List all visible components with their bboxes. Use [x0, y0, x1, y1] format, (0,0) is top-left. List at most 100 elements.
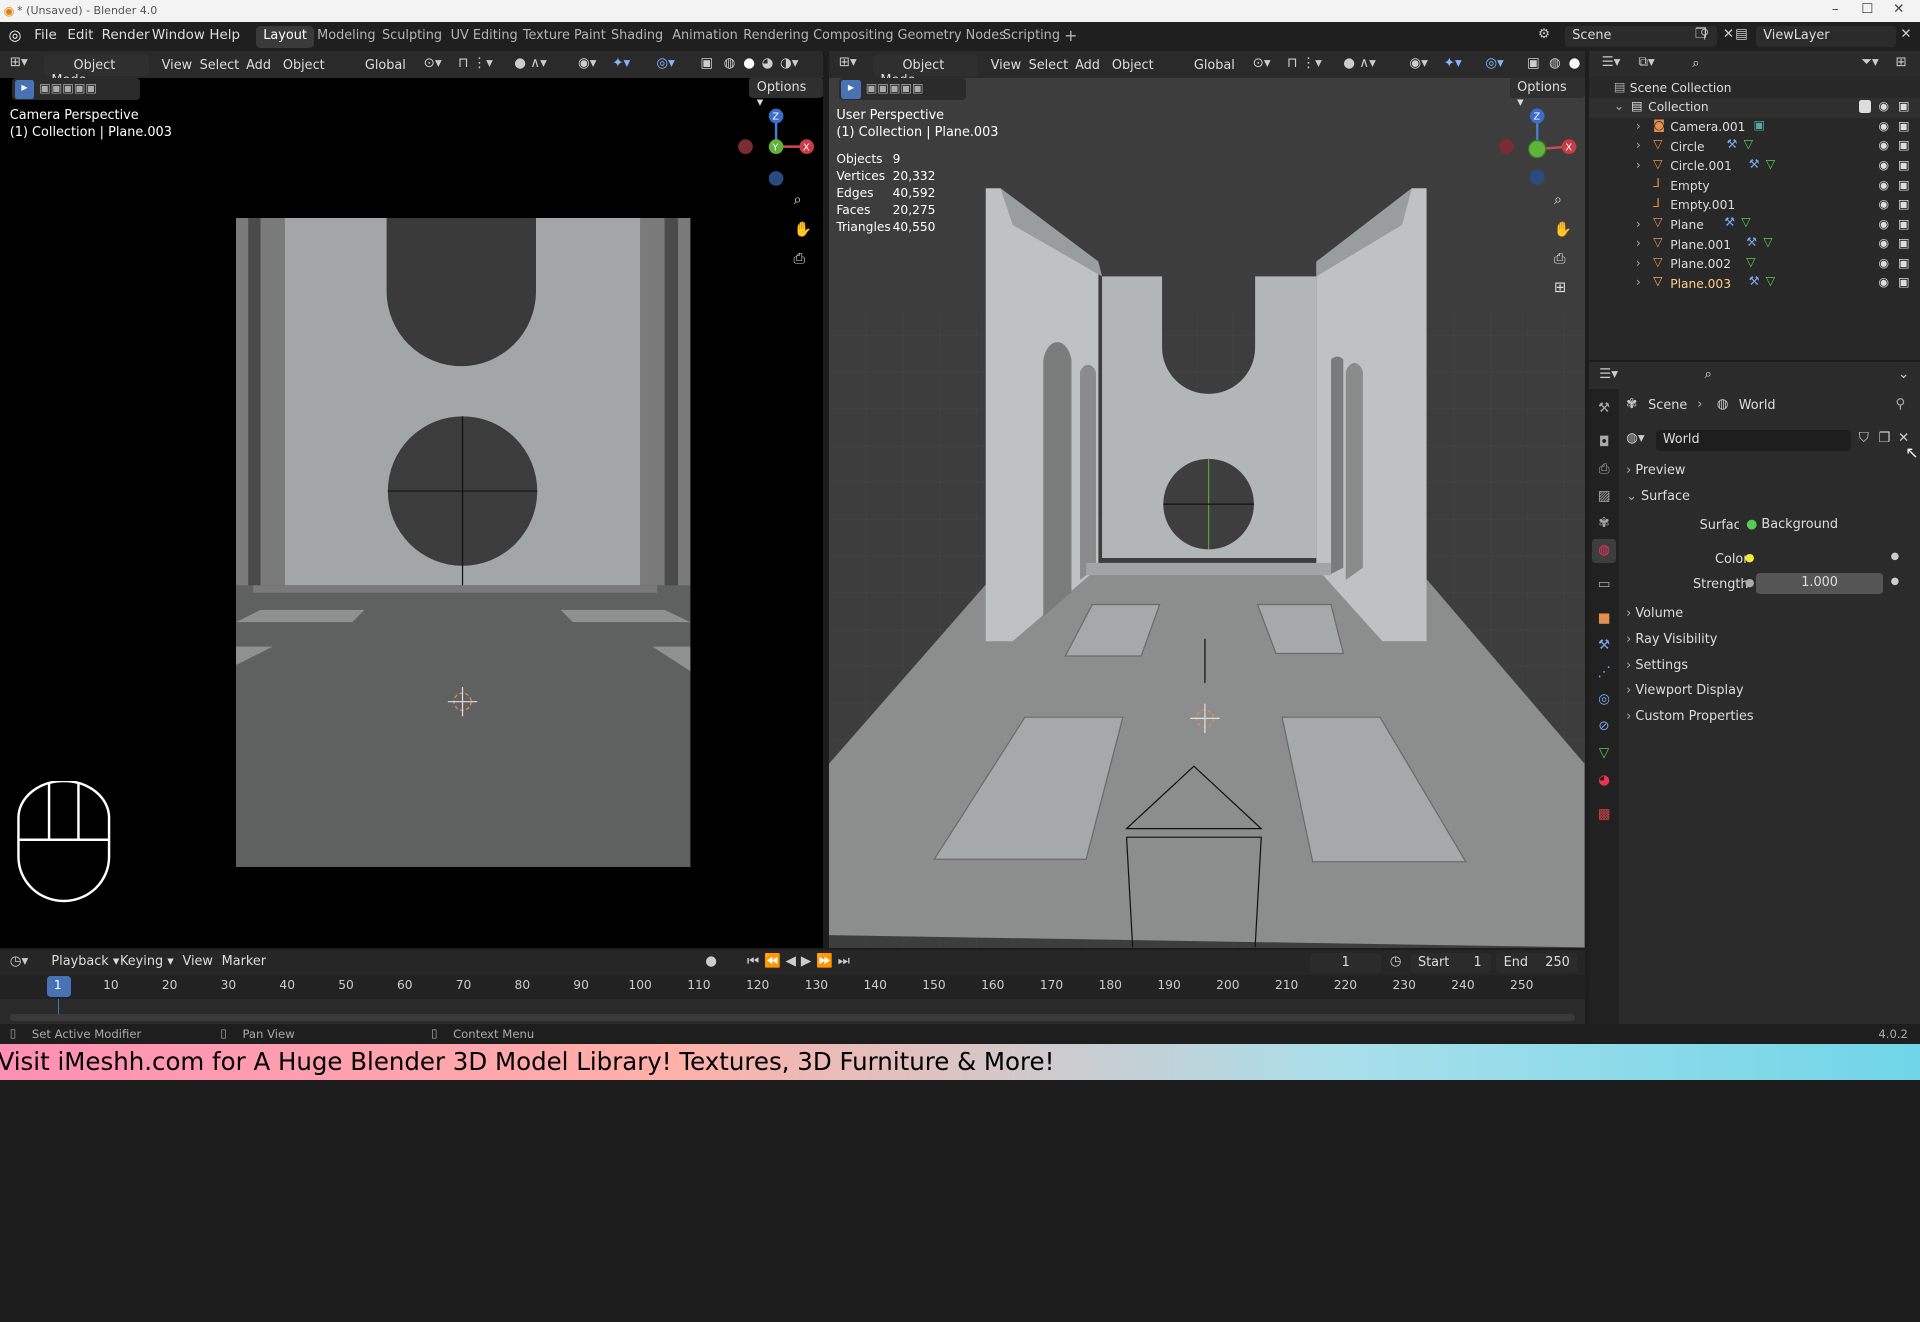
texture-tab-icon[interactable]: ▩ [1592, 803, 1616, 827]
eye-icon[interactable]: ◉ [1878, 178, 1889, 192]
grid-view-icon[interactable]: ⊞ [1554, 279, 1566, 296]
rendered-shading-icon[interactable]: ◑▾ [780, 56, 799, 71]
eye-icon[interactable]: ◉ [1878, 275, 1889, 289]
constraints-tab-icon[interactable]: ⊘ [1592, 715, 1616, 739]
outliner-search-input[interactable]: ⌕ [1684, 53, 1800, 75]
tab-rendering[interactable]: Rendering [736, 26, 816, 48]
gizmo-toggle-icon[interactable]: ✦▾ [612, 56, 630, 71]
outliner-item-plane-002[interactable]: › ▽ Plane.002 ▽ ◉ ▣ [1589, 255, 1920, 275]
stopwatch-icon[interactable]: ◷ [1390, 954, 1402, 969]
section-viewport-display[interactable]: › Viewport Display [1626, 683, 1915, 698]
view-layer-tab-icon[interactable]: ▨ [1592, 485, 1616, 509]
right-menu-object[interactable]: Object [1104, 55, 1161, 76]
world-name-field[interactable]: World [1655, 429, 1852, 451]
wireframe-shading-icon[interactable]: ◍ [724, 56, 736, 71]
select-box-icon[interactable]: ▸ [14, 79, 35, 100]
new-scene-icon[interactable]: ❐ [1695, 27, 1707, 42]
eye-icon[interactable]: ◉ [1878, 217, 1889, 231]
view-layer-icon[interactable]: ▤ [1735, 27, 1748, 42]
record-icon[interactable]: ● [705, 954, 717, 969]
section-preview[interactable]: › Preview [1626, 463, 1915, 478]
render-camera-icon[interactable]: ▣ [1898, 197, 1910, 211]
section-volume[interactable]: › Volume [1626, 606, 1915, 621]
right-wireframe-shading-icon[interactable]: ◍ [1549, 56, 1561, 71]
remove-view-layer-icon[interactable]: ✕ [1900, 27, 1911, 42]
menu-render[interactable]: Render [102, 28, 150, 43]
properties-search-input[interactable]: ⌕ [1697, 364, 1820, 386]
tool-tab-icon[interactable]: ⚒ [1592, 397, 1616, 421]
render-tab-icon[interactable]: ◘ [1592, 431, 1616, 455]
timeline-editor-icon[interactable]: ◷▾ [10, 954, 29, 969]
right-pivot-icon[interactable]: ⊙▾ [1253, 56, 1271, 71]
outliner-item-plane-001[interactable]: › ▽ Plane.001 ⚒ ▽ ◉ ▣ [1589, 235, 1920, 255]
outliner-item-circle-001[interactable]: › ▽ Circle.001 ⚒ ▽ ◉ ▣ [1589, 157, 1920, 177]
add-workspace-button[interactable]: + [1057, 23, 1085, 45]
collection-tab-icon[interactable]: ▭ [1592, 573, 1616, 597]
section-settings[interactable]: › Settings [1626, 658, 1915, 673]
render-camera-icon[interactable]: ▣ [1898, 138, 1910, 152]
menu-window[interactable]: Window [152, 28, 205, 43]
eye-icon[interactable]: ◉ [1878, 256, 1889, 270]
left-viewport[interactable]: ▸ ▣▣▣▣▣ Options ▾ Camera Perspective (1)… [0, 78, 823, 948]
menu-help[interactable]: Help [209, 28, 240, 43]
eye-icon[interactable]: ◉ [1878, 138, 1889, 152]
right-snap-icon[interactable]: ⊓ ⋮▾ [1287, 56, 1322, 71]
outliner-editor-icon[interactable]: ☰▾ [1602, 55, 1621, 70]
render-camera-icon[interactable]: ▣ [1898, 275, 1910, 289]
right-editor-type-icon[interactable]: ⊞▾ [839, 55, 857, 70]
menu-file[interactable]: File [34, 28, 57, 43]
outliner-item-empty[interactable]: ⅃ Empty ◉ ▣ [1589, 176, 1920, 196]
tab-shading[interactable]: Shading [604, 26, 671, 48]
timeline-scrollbar[interactable] [9, 1013, 1575, 1022]
chevron-down-icon[interactable]: ⌄ [1898, 367, 1909, 382]
tab-texture-paint[interactable]: Texture Paint [516, 26, 614, 48]
display-mode-icon[interactable]: ⧉▾ [1638, 55, 1654, 70]
right-mode-dropdown[interactable]: Object Mode [873, 55, 979, 88]
scene-icon[interactable]: ⚙ [1538, 27, 1550, 42]
right-pan-hand-icon[interactable]: ✋ [1554, 220, 1572, 238]
outliner-item-circle[interactable]: › ▽ Circle ⚒ ▽ ◉ ▣ [1589, 137, 1920, 157]
keyframe-dot-icon[interactable]: ● [1891, 576, 1900, 587]
pivot-icon[interactable]: ⊙▾ [424, 56, 442, 71]
tab-compositing[interactable]: Compositing [806, 26, 901, 48]
render-camera-icon[interactable]: ▣ [1898, 99, 1910, 113]
strength-socket-icon[interactable]: ● [1745, 576, 1755, 589]
playback-controls-icon[interactable]: ⏮⏪◀▶⏩⏭ [747, 954, 855, 969]
right-overlay-toggle-icon[interactable]: ◎▾ [1485, 56, 1504, 71]
right-select-box-icon[interactable]: ▸ [841, 79, 861, 100]
eye-icon[interactable]: ◉ [1878, 119, 1889, 133]
right-transform-orientation[interactable]: Global [1169, 55, 1247, 76]
object-tab-icon[interactable]: ■ [1592, 607, 1616, 631]
physics-tab-icon[interactable]: ◎ [1592, 688, 1616, 712]
filter-icon[interactable]: ⏷▾ [1861, 55, 1879, 70]
left-options-button[interactable]: Options ▾ [749, 78, 823, 110]
particles-tab-icon[interactable]: ⋰ [1592, 661, 1616, 685]
left-menu-object[interactable]: Object [276, 55, 333, 76]
tab-animation[interactable]: Animation [665, 26, 745, 48]
timeline-menu-marker[interactable]: Marker [214, 951, 273, 972]
tab-geometry-nodes[interactable]: Geometry Nodes [890, 26, 1013, 48]
right-proportional-edit-icon[interactable]: ● ∧▾ [1343, 56, 1376, 71]
menu-edit[interactable]: Edit [67, 28, 93, 43]
render-camera-icon[interactable]: ▣ [1898, 217, 1910, 231]
eye-icon[interactable]: ◉ [1878, 197, 1889, 211]
section-surface[interactable]: ⌄ Surface [1626, 489, 1915, 504]
left-menu-add[interactable]: Add [239, 55, 279, 76]
eye-icon[interactable]: ◉ [1878, 158, 1889, 172]
outliner-item-plane[interactable]: › ▽ Plane ⚒ ▽ ◉ ▣ [1589, 215, 1920, 235]
snap-icon[interactable]: ⊓ ⋮▾ [458, 56, 493, 71]
material-tab-icon[interactable]: ◕ [1592, 769, 1616, 793]
render-camera-icon[interactable]: ▣ [1898, 119, 1910, 133]
section-ray-visibility[interactable]: › Ray Visibility [1626, 632, 1915, 647]
color-socket-icon[interactable]: ● [1745, 551, 1755, 564]
left-transform-orientation[interactable]: Global [340, 55, 418, 76]
current-frame-field[interactable]: 1 [1310, 952, 1382, 974]
tab-uv-editing[interactable]: UV Editing [443, 26, 525, 48]
minimize-icon[interactable]: – [1832, 2, 1839, 17]
checkbox-icon[interactable] [1858, 100, 1871, 113]
view-layer-selector[interactable]: ViewLayer [1755, 25, 1896, 47]
material-shading-icon[interactable]: ◕ [762, 56, 774, 71]
data-tab-icon[interactable]: ▽ [1592, 742, 1616, 766]
editor-type-icon[interactable]: ⊞▾ [10, 55, 28, 70]
world-browse-icon[interactable]: ◍▾ [1626, 431, 1645, 446]
